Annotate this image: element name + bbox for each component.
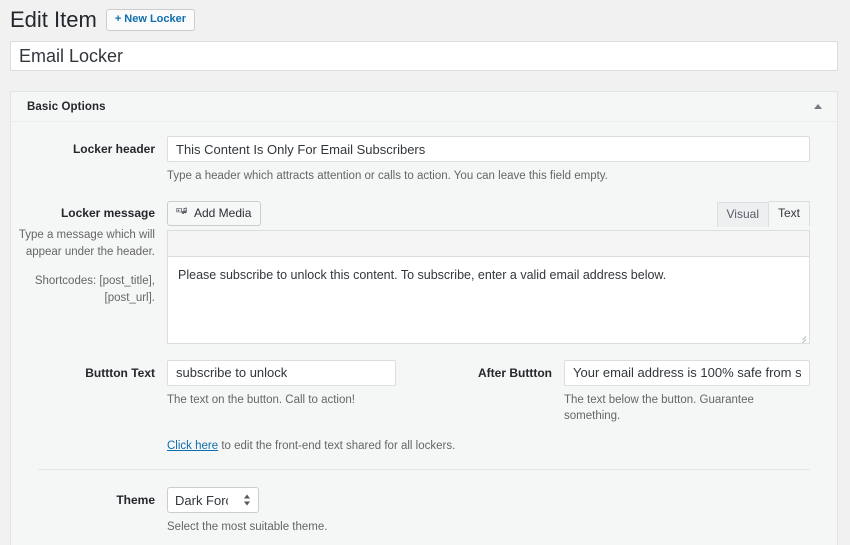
add-media-button[interactable]: Add Media: [167, 201, 262, 226]
after-button-input[interactable]: [564, 359, 810, 386]
title-field-wrapper: [0, 34, 850, 71]
locker-message-label-col: Locker message Type a message which will…: [11, 200, 167, 307]
field-row-button-texts: Buttton Text The text on the button. Cal…: [11, 359, 837, 424]
page-header: Edit Item + New Locker: [0, 0, 850, 34]
locker-message-label: Locker message: [60, 206, 155, 221]
locker-header-input[interactable]: [167, 136, 810, 162]
tab-text[interactable]: Text: [768, 201, 810, 227]
new-locker-button[interactable]: + New Locker: [105, 8, 196, 32]
button-text-label: Buttton Text: [85, 365, 155, 380]
editor-container: Please subscribe to unlock this content.…: [167, 229, 810, 344]
caret-up-icon[interactable]: [811, 100, 825, 114]
button-text-group: Buttton Text The text on the button. Cal…: [11, 359, 424, 424]
editor-mode-tabs: Visual Text: [716, 200, 810, 227]
button-text-input[interactable]: [167, 359, 396, 386]
editor-quicktags-toolbar[interactable]: [168, 230, 809, 257]
locker-header-description: Type a header which attracts attention o…: [167, 170, 608, 182]
section-divider: [38, 469, 810, 471]
after-button-label: After Buttton: [478, 365, 552, 380]
page-title: Edit Item: [10, 6, 97, 32]
basic-options-metabox: Basic Options Locker header Type a heade…: [10, 91, 838, 545]
editor-toolbar-top: Add Media Visual Text: [167, 200, 810, 227]
theme-description: Select the most suitable theme.: [167, 521, 328, 534]
editor-textarea[interactable]: Please subscribe to unlock this content.…: [168, 256, 809, 343]
theme-field: Dark Force Light Side Clean Flat Select …: [167, 487, 810, 535]
front-end-link-rest: to edit the front-end text shared for al…: [218, 440, 456, 453]
metabox-header[interactable]: Basic Options: [11, 92, 837, 122]
locker-header-label: Locker header: [72, 142, 155, 156]
tab-visual[interactable]: Visual: [716, 202, 769, 227]
editor-resize-handle[interactable]: [797, 332, 807, 343]
theme-select-wrapper: Dark Force Light Side Clean Flat: [167, 487, 259, 514]
field-row-locker-message: Locker message Type a message which will…: [11, 200, 837, 344]
editor-content: Please subscribe to unlock this content.…: [178, 267, 667, 282]
after-button-field: The text below the button. Guarantee som…: [564, 359, 837, 424]
field-row-locker-header: Locker header Type a header which attrac…: [11, 136, 837, 184]
click-here-link[interactable]: Click here: [167, 440, 218, 452]
locker-message-sub-description: Type a message which will appear under t…: [18, 229, 155, 258]
button-text-description: The text on the button. Call to action!: [167, 393, 355, 406]
link-row-spacer: [11, 432, 167, 454]
theme-select[interactable]: Dark Force Light Side Clean Flat: [167, 487, 259, 514]
after-button-group: After Buttton The text below the button.…: [424, 359, 837, 424]
front-end-link-row: Click here to edit the front-end text sh…: [11, 432, 837, 454]
locker-header-field: Type a header which attracts attention o…: [167, 136, 810, 184]
post-title-input[interactable]: [10, 41, 838, 71]
front-end-link-text: Click here to edit the front-end text sh…: [167, 438, 455, 454]
locker-message-shortcodes: Shortcodes: [post_title], [post_url].: [34, 275, 155, 305]
locker-message-field: Add Media Visual Text Please subscribe t…: [167, 200, 810, 344]
button-text-field: The text on the button. Call to action!: [167, 359, 424, 424]
metabox-body: Locker header Type a header which attrac…: [11, 122, 837, 545]
add-media-label: Add Media: [194, 206, 252, 221]
after-button-description: The text below the button. Guarantee som…: [564, 393, 754, 422]
media-icon: [175, 206, 189, 220]
field-row-theme: Theme Dark Force Light Side Clean Flat S…: [11, 487, 837, 535]
metabox-title: Basic Options: [27, 100, 106, 113]
theme-label: Theme: [116, 493, 155, 508]
